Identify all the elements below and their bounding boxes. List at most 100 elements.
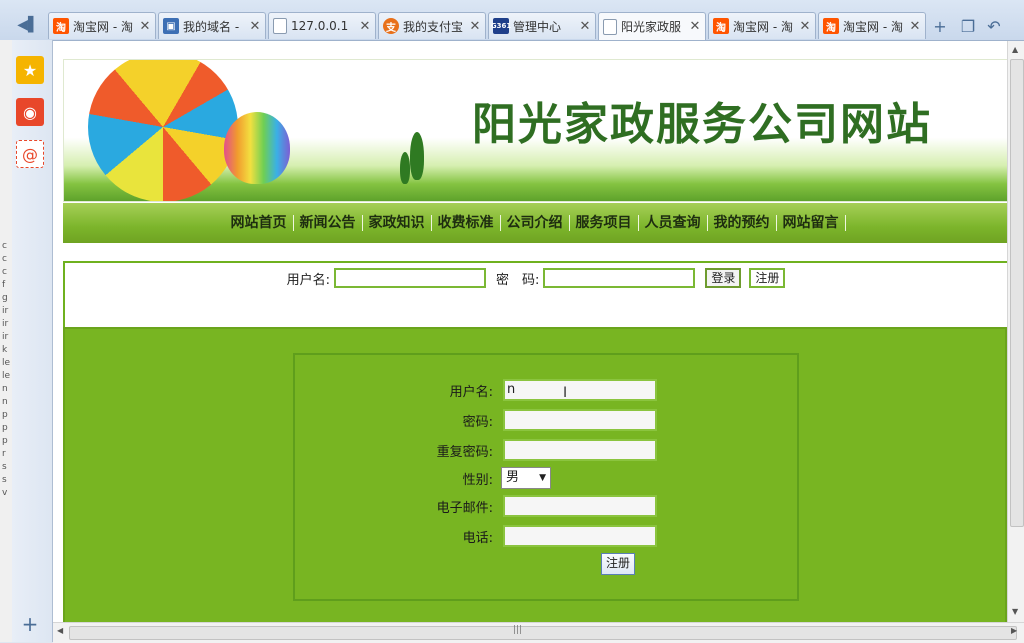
close-tab-icon[interactable]: ✕: [469, 19, 481, 34]
login-register-button[interactable]: 注册: [749, 268, 786, 288]
left-strip-char: ir: [2, 306, 9, 316]
new-tab-icon[interactable]: +: [928, 14, 952, 38]
favorites-star-icon[interactable]: ★: [16, 56, 44, 84]
register-submit-row: 注册: [295, 553, 797, 575]
scroll-right-icon[interactable]: ▶: [1011, 626, 1017, 635]
browser-tab[interactable]: G361 管理中心 ✕: [488, 12, 596, 39]
main-nav: 网站首页 新闻公告 家政知识 收费标准 公司介绍 服务项目 人员查询 我的预约 网站留言: [63, 203, 1007, 243]
register-password-input[interactable]: [503, 409, 657, 431]
page-icon: [273, 18, 287, 34]
email-at-icon[interactable]: @: [16, 140, 44, 168]
register-email-row: 电子邮件:: [295, 495, 797, 517]
left-strip-char: ir: [2, 332, 9, 342]
tab-list: 淘淘宝网 - 淘 ✕ ▣ 我的域名 - ✕ 127.0.0.1 ✕ 支我的支付宝 ✕ G361 管…: [48, 12, 928, 40]
tab-title: 阳光家政服: [621, 20, 682, 34]
left-strip-char: s: [2, 475, 7, 485]
register-submit-button[interactable]: 注册: [601, 553, 636, 575]
site-title: 阳光家政服务公司网站: [472, 99, 932, 150]
vertical-scrollbar[interactable]: ▲ ▼: [1007, 41, 1024, 622]
nav-item[interactable]: 网站留言: [777, 215, 846, 231]
login-password-input[interactable]: [543, 268, 696, 288]
close-tab-icon[interactable]: ✕: [359, 19, 371, 34]
register-gender-label: 性别:: [462, 473, 493, 488]
nav-item[interactable]: 家政知识: [363, 215, 432, 231]
scroll-down-icon[interactable]: ▼: [1012, 607, 1018, 616]
login-username-input[interactable]: [333, 268, 486, 288]
vertical-scroll-thumb[interactable]: [1010, 59, 1024, 527]
register-form: 用户名: n I 密码: 重复密码: 性别: 男 ▼ 电子邮件: 电话: 注册: [293, 353, 799, 601]
back-icon[interactable]: ◀▌: [10, 12, 46, 38]
tab-title: 淘宝网 - 淘: [843, 19, 903, 34]
tab-title: 管理中心: [513, 19, 562, 34]
left-strip-char: le: [2, 371, 11, 381]
tab-title: 淘宝网 - 淘: [73, 19, 133, 34]
nav-item[interactable]: 收费标准: [432, 215, 501, 231]
nav-item[interactable]: 新闻公告: [294, 215, 363, 231]
browser-tab[interactable]: 127.0.0.1 ✕: [268, 12, 376, 39]
register-gender-select[interactable]: 男 ▼: [501, 467, 551, 489]
left-strip-char: p: [2, 423, 8, 433]
nav-item[interactable]: 我的预约: [708, 215, 777, 231]
left-strip-char: c: [2, 241, 7, 251]
close-tab-icon[interactable]: ✕: [909, 19, 921, 34]
register-password-row: 密码:: [295, 409, 797, 431]
close-tab-icon[interactable]: ✕: [139, 19, 151, 34]
tab-title: 淘宝网 - 淘: [733, 19, 793, 34]
left-strip-char: ir: [2, 319, 9, 329]
browser-tab[interactable]: 淘淘宝网 - 淘 ✕: [708, 12, 816, 39]
site-banner: 阳光家政服务公司网站: [63, 59, 1007, 202]
taobao-icon: 淘: [823, 18, 839, 34]
close-tab-icon[interactable]: ✕: [249, 19, 261, 34]
register-repeat-password-row: 重复密码:: [295, 439, 797, 461]
close-tab-icon[interactable]: ✕: [579, 19, 591, 34]
register-section: 用户名: n I 密码: 重复密码: 性别: 男 ▼ 电子邮件: 电话: 注册: [63, 327, 1007, 622]
register-password-label: 密码:: [462, 415, 493, 430]
nav-item[interactable]: 服务项目: [570, 215, 639, 231]
browser-tab[interactable]: ▣ 我的域名 - ✕: [158, 12, 266, 39]
left-strip-char: c: [2, 254, 7, 264]
gender-value: 男: [506, 470, 520, 485]
weibo-icon[interactable]: ◉: [16, 98, 44, 126]
taobao-icon: 淘: [713, 18, 729, 34]
tab-title: 我的域名 -: [183, 19, 240, 34]
scroll-left-icon[interactable]: ◀: [57, 626, 63, 635]
nav-item[interactable]: 公司介绍: [501, 215, 570, 231]
browser-tab[interactable]: 阳光家政服 ✕: [598, 12, 706, 40]
horizontal-scroll-thumb[interactable]: [69, 626, 1017, 640]
undo-close-icon[interactable]: ↶: [982, 14, 1006, 38]
small-balloon-image: [224, 112, 290, 184]
register-username-input[interactable]: n: [503, 379, 657, 401]
tab-overview-icon[interactable]: ❐: [956, 14, 980, 38]
login-button[interactable]: 登录: [705, 268, 742, 288]
browser-tab[interactable]: 淘淘宝网 - 淘 ✕: [818, 12, 926, 39]
login-bar: 用户名: 密 码: 登录 注册: [63, 261, 1007, 329]
close-tab-icon[interactable]: ✕: [799, 19, 811, 34]
register-repeat-password-label: 重复密码:: [436, 445, 493, 460]
text-cursor-icon: I: [563, 385, 568, 401]
tab-bar: ◀▌ 淘淘宝网 - 淘 ✕ ▣ 我的域名 - ✕ 127.0.0.1 ✕ 支我的支付宝 ✕ G3…: [0, 0, 1024, 41]
browser-tab[interactable]: 淘淘宝网 - 淘 ✕: [48, 12, 156, 39]
register-email-label: 电子邮件:: [436, 501, 493, 516]
tree-image: [410, 132, 424, 180]
domain-icon: ▣: [163, 18, 179, 34]
register-repeat-password-input[interactable]: [503, 439, 657, 461]
horizontal-scrollbar[interactable]: ◀ ||| ▶: [53, 622, 1024, 643]
register-phone-row: 电话:: [295, 525, 797, 547]
alipay-icon: 支: [383, 18, 399, 34]
sidebar: ★ ◉ @ +: [12, 40, 53, 642]
nav-item[interactable]: 网站首页: [225, 215, 294, 231]
page-viewport: 阳光家政服务公司网站 网站首页 新闻公告 家政知识 收费标准 公司介绍 服务项目 人员查询我…: [53, 41, 1007, 622]
g361-icon: G361: [491, 18, 511, 34]
login-password-label: 密 码:: [495, 272, 540, 288]
close-tab-icon[interactable]: ✕: [689, 19, 701, 34]
browser-tab[interactable]: 支我的支付宝 ✕: [378, 12, 486, 39]
scroll-up-icon[interactable]: ▲: [1012, 45, 1018, 54]
add-icon[interactable]: +: [16, 610, 44, 638]
register-username-row: 用户名: n I: [295, 379, 797, 401]
dropdown-caret-icon: ▼: [539, 473, 546, 483]
nav-item[interactable]: 人员查询: [639, 215, 708, 231]
register-phone-input[interactable]: [503, 525, 657, 547]
login-username-label: 用户名:: [286, 272, 330, 288]
tree-image: [400, 152, 410, 184]
register-email-input[interactable]: [503, 495, 657, 517]
